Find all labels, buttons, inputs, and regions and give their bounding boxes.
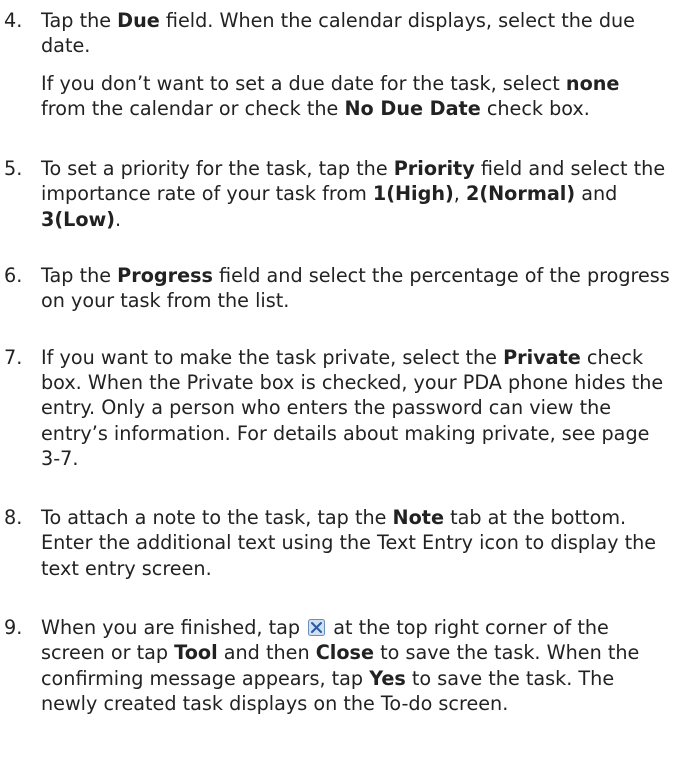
step-body: If you want to make the task private, se…: [41, 345, 670, 471]
text-run: If you don’t want to set a due date for …: [41, 71, 566, 95]
text-run: .: [115, 207, 122, 231]
text-run: If you want to make the task private, se…: [41, 345, 504, 369]
text-run: from the calendar or check the: [41, 96, 345, 120]
step-paragraph: If you don’t want to set a due date for …: [41, 71, 670, 122]
bold-term: Close: [315, 641, 374, 665]
bold-term: none: [565, 71, 620, 95]
step-body: Tap the Due field. When the calendar dis…: [41, 8, 670, 121]
step-7: 7. If you want to make the task private,…: [0, 345, 680, 471]
text-run: and then: [217, 641, 316, 665]
text-run: When you are finished, tap: [41, 616, 307, 640]
text-run: Tap the: [41, 264, 118, 288]
text-run: To attach a note to the task, tap the: [41, 506, 393, 530]
step-number: 6.: [4, 264, 23, 288]
bold-term: 3(Low): [41, 207, 116, 231]
text-run: To set a priority for the task, tap the: [41, 157, 394, 181]
bold-term: Tool: [174, 641, 218, 665]
instruction-page: 4. Tap the Due field. When the calendar …: [0, 0, 680, 779]
step-9: 9. When you are finished, tap at the top…: [0, 615, 680, 716]
bold-term: Private: [503, 345, 581, 369]
step-number: 9.: [4, 616, 23, 640]
step-paragraph: Tap the Due field. When the calendar dis…: [41, 8, 670, 59]
bold-term: Yes: [369, 666, 406, 690]
bold-term: Note: [392, 506, 444, 530]
text-run: check box.: [480, 96, 590, 120]
bold-term: 1(High): [372, 182, 454, 206]
bold-term: 2(Normal): [466, 182, 576, 206]
step-paragraph: When you are finished, tap at the top ri…: [41, 615, 670, 716]
step-number: 5.: [4, 157, 23, 181]
step-body: To attach a note to the task, tap the No…: [41, 505, 670, 581]
step-6: 6. Tap the Progress field and select the…: [0, 263, 680, 314]
step-number: 8.: [4, 506, 23, 530]
step-8: 8. To attach a note to the task, tap the…: [0, 505, 680, 581]
step-paragraph: Tap the Progress field and select the pe…: [41, 263, 670, 314]
bold-term: Due: [117, 9, 160, 32]
step-4: 4. Tap the Due field. When the calendar …: [0, 8, 680, 121]
step-body: Tap the Progress field and select the pe…: [41, 263, 670, 314]
text-run: ,: [453, 182, 466, 206]
step-number: 4.: [4, 9, 23, 32]
step-body: When you are finished, tap at the top ri…: [41, 615, 670, 716]
bold-term: No Due Date: [344, 96, 481, 120]
close-icon: [308, 617, 326, 637]
step-5: 5. To set a priority for the task, tap t…: [0, 156, 680, 232]
step-paragraph: If you want to make the task private, se…: [41, 345, 670, 471]
bold-term: Priority: [393, 157, 475, 181]
step-number: 7.: [4, 345, 23, 369]
step-paragraph: To attach a note to the task, tap the No…: [41, 505, 670, 581]
text-run: Tap the: [41, 9, 118, 32]
step-paragraph: To set a priority for the task, tap the …: [41, 156, 670, 232]
step-body: To set a priority for the task, tap the …: [41, 156, 670, 232]
text-run: and: [575, 182, 618, 206]
bold-term: Progress: [117, 264, 213, 288]
